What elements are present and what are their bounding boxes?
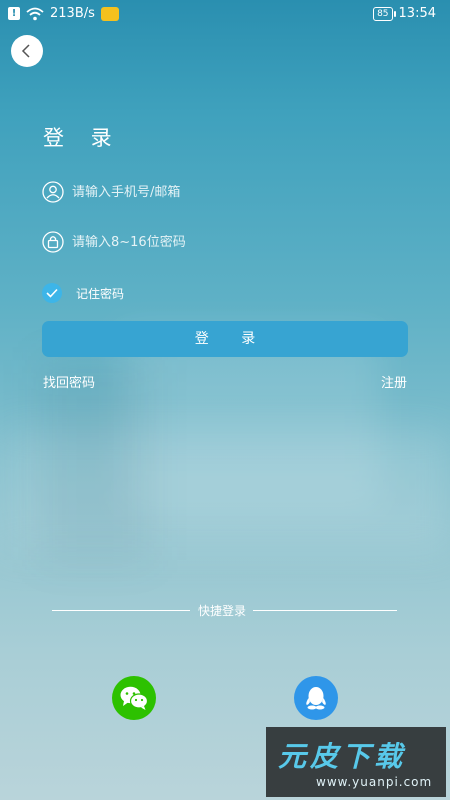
page-title: 登 录 xyxy=(43,126,122,150)
remember-password[interactable]: 记住密码 xyxy=(42,283,124,303)
wechat-login-button[interactable] xyxy=(112,676,156,720)
account-field[interactable] xyxy=(42,177,408,207)
notification-icon: ! xyxy=(8,7,20,20)
quick-login-label: 快捷登录 xyxy=(198,604,247,618)
divider-line-left xyxy=(52,610,190,611)
qq-icon xyxy=(306,687,326,710)
background-photo xyxy=(0,0,450,800)
watermark-brand: 元皮下载 xyxy=(278,740,407,773)
wifi-icon xyxy=(26,7,44,20)
register-link[interactable]: 注册 xyxy=(381,372,407,391)
back-button[interactable] xyxy=(11,35,43,67)
password-field[interactable] xyxy=(42,227,408,257)
password-input[interactable] xyxy=(72,234,372,250)
account-input[interactable] xyxy=(72,184,372,200)
network-speed: 213B/s xyxy=(50,6,95,21)
lock-icon xyxy=(42,231,64,253)
status-bar: ! 213B/s 85 13:54 xyxy=(0,0,450,28)
app-notification-icon xyxy=(100,6,119,21)
user-icon xyxy=(42,181,64,203)
remember-checkbox[interactable] xyxy=(42,283,62,303)
battery-indicator: 85 xyxy=(373,6,397,21)
divider-line-right xyxy=(253,610,397,611)
chevron-left-icon xyxy=(21,44,30,58)
qq-login-button[interactable] xyxy=(294,676,338,720)
forgot-password-link[interactable]: 找回密码 xyxy=(43,372,95,391)
watermark-url: www.yuanpi.com xyxy=(316,775,433,789)
watermark-logo: 元皮下载 www.yuanpi.com xyxy=(266,727,446,797)
clock: 13:54 xyxy=(398,6,436,21)
checkmark-icon xyxy=(46,288,58,298)
login-button[interactable]: 登 录 xyxy=(42,321,408,357)
wechat-icon xyxy=(120,686,149,710)
remember-label: 记住密码 xyxy=(76,286,125,301)
quick-login-divider: 快捷登录 xyxy=(52,601,397,619)
